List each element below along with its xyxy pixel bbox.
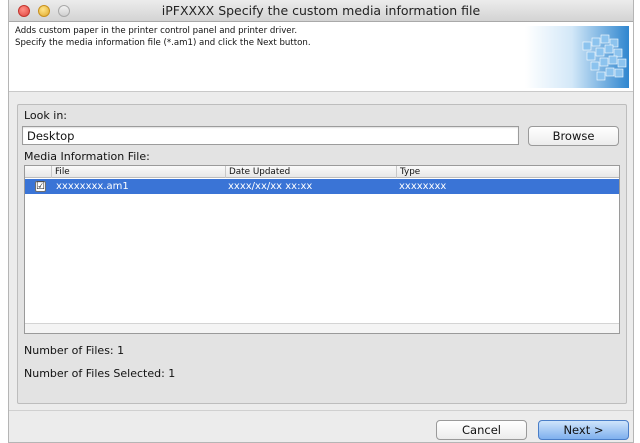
file-selection-panel: Look in: Desktop Browse Media Informatio… [17, 104, 627, 404]
header-description: Adds custom paper in the printer control… [15, 25, 311, 49]
printer-media-logo [525, 26, 629, 88]
type-cell: xxxxxxxx [399, 181, 447, 192]
dialog-window: iPFXXXX Specify the custom media informa… [8, 0, 634, 443]
number-of-files: Number of Files: 1 [24, 344, 125, 357]
description-line-2: Specify the media information file (*.am… [15, 38, 311, 48]
column-header-type[interactable]: Type [396, 166, 619, 178]
next-button[interactable]: Next > [538, 420, 629, 440]
media-file-list[interactable]: File Date Updated Type ☑ xxxxxxxx.am1 xx… [24, 165, 620, 334]
table-row[interactable]: ☑ xxxxxxxx.am1 xxxx/xx/xx xx:xx xxxxxxxx [25, 179, 619, 194]
footer-divider [9, 410, 633, 411]
horizontal-scrollbar[interactable] [25, 323, 619, 333]
column-header-date[interactable]: Date Updated [225, 166, 396, 178]
header-banner: Adds custom paper in the printer control… [9, 22, 633, 92]
column-header-file[interactable]: File [51, 166, 225, 178]
cancel-button[interactable]: Cancel [436, 420, 527, 440]
media-file-label: Media Information File: [24, 150, 150, 163]
title-bar: iPFXXXX Specify the custom media informa… [9, 0, 633, 22]
look-in-label: Look in: [24, 109, 67, 122]
list-header: File Date Updated Type [25, 166, 619, 178]
file-name-cell: xxxxxxxx.am1 [56, 181, 129, 192]
window-title: iPFXXXX Specify the custom media informa… [161, 3, 481, 18]
browse-button[interactable]: Browse [528, 126, 619, 146]
date-updated-cell: xxxx/xx/xx xx:xx [228, 181, 313, 192]
checkbox-icon[interactable]: ☑ [35, 181, 46, 192]
column-header-check[interactable] [25, 166, 51, 178]
description-line-1: Adds custom paper in the printer control… [15, 26, 298, 36]
number-of-files-selected: Number of Files Selected: 1 [24, 367, 176, 380]
look-in-field[interactable]: Desktop [22, 126, 519, 145]
